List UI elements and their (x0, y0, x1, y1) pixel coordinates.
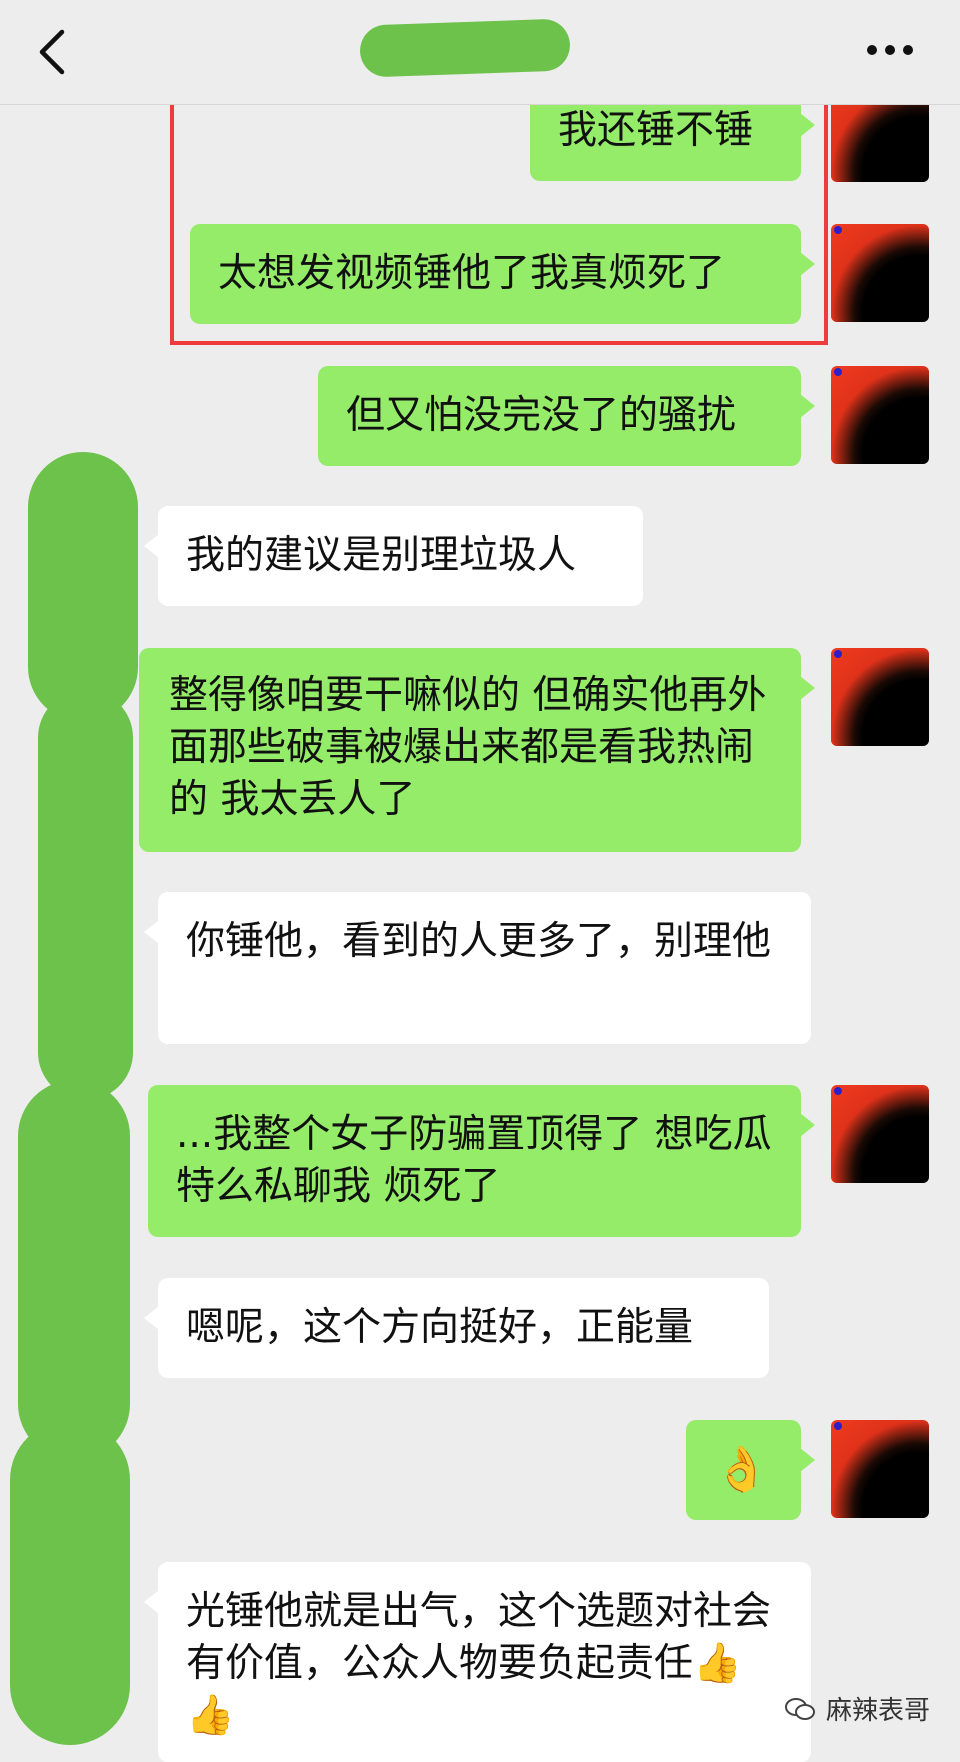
message-bubble-peer[interactable]: 我的建议是别理垃圾人 (144, 506, 643, 606)
highlight-box (170, 63, 828, 345)
message-text: 我的建议是别理垃圾人 (186, 533, 577, 578)
redaction-smudge (28, 452, 138, 722)
message-text: 整得像咱要干嘛似的 但确实他再外面那些破事被爆出来都是看我热闹的 我太丢人了 (169, 673, 767, 822)
avatar[interactable] (831, 648, 929, 746)
message-text: 光锤他就是出气，这个选题对社会有价值，公众人物要负起责任👍👍 (186, 1589, 772, 1738)
chevron-left-icon (39, 29, 65, 75)
message-text: 你锤他，看到的人更多了，别理他 (186, 919, 772, 964)
redaction-smudge (38, 690, 133, 1100)
message-bubble-self[interactable]: 👌 (686, 1420, 815, 1520)
message-text: 但又怕没完没了的骚扰 (346, 393, 737, 438)
redaction-smudge (10, 1420, 130, 1745)
chat-header (0, 0, 960, 105)
message-bubble-peer[interactable]: 你锤他，看到的人更多了，别理他 (144, 892, 811, 1044)
wechat-icon (784, 1697, 815, 1720)
avatar[interactable] (831, 1420, 929, 1518)
message-text: ...我整个女子防骗置顶得了 想吃瓜特么私聊我 烦死了 (176, 1112, 772, 1209)
message-bubble-peer[interactable]: 嗯呢，这个方向挺好，正能量 (144, 1278, 769, 1378)
avatar[interactable] (831, 224, 929, 322)
more-button[interactable] (864, 36, 916, 64)
message-bubble-peer[interactable]: 光锤他就是出气，这个选题对社会有价值，公众人物要负起责任👍👍 (144, 1562, 811, 1762)
message-bubble-self[interactable]: 但又怕没完没了的骚扰 (318, 366, 815, 466)
watermark: 麻辣表哥 (784, 1690, 930, 1727)
message-text: 嗯呢，这个方向挺好，正能量 (186, 1305, 694, 1350)
watermark-text: 麻辣表哥 (825, 1696, 930, 1726)
avatar[interactable] (831, 366, 929, 464)
ok-hand-emoji: 👌 (714, 1444, 769, 1495)
redaction-smudge (18, 1080, 130, 1460)
message-bubble-self[interactable]: ...我整个女子防骗置顶得了 想吃瓜特么私聊我 烦死了 (148, 1085, 815, 1237)
more-horizontal-icon (867, 45, 913, 55)
back-button[interactable] (30, 24, 80, 80)
redacted-chat-title (359, 18, 571, 78)
avatar[interactable] (831, 1085, 929, 1183)
message-bubble-self[interactable]: 整得像咱要干嘛似的 但确实他再外面那些破事被爆出来都是看我热闹的 我太丢人了 (139, 648, 815, 852)
